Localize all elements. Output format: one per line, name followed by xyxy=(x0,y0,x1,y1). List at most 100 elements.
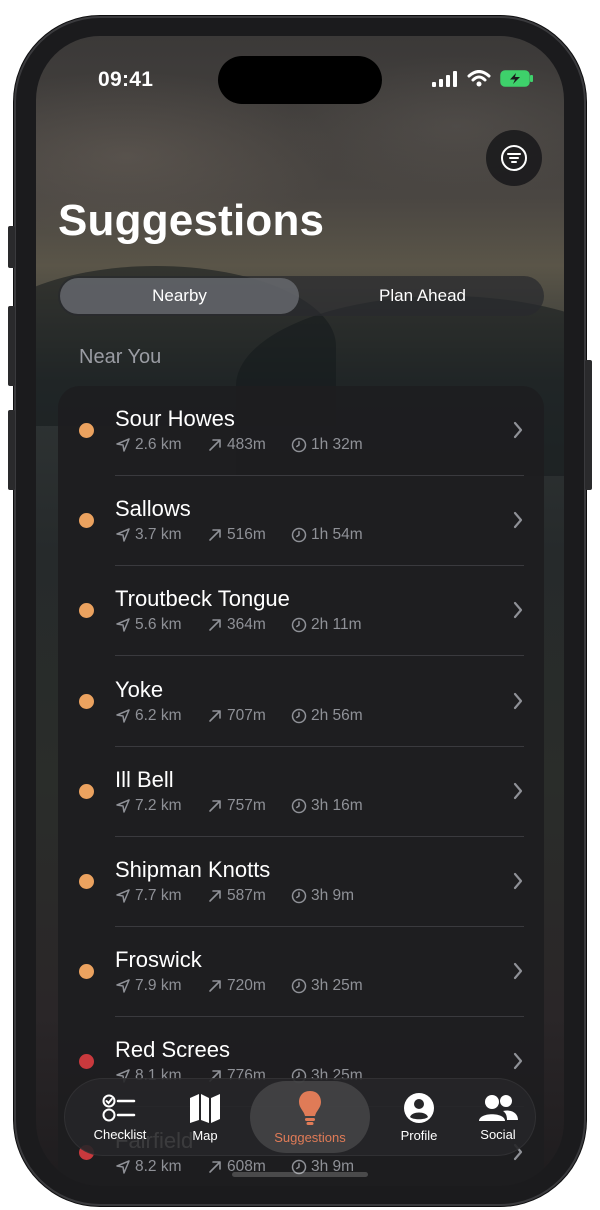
ascent-value: 707m xyxy=(227,706,266,724)
tab-label: Map xyxy=(192,1127,218,1143)
ascent: 364m xyxy=(207,616,291,634)
item-meta: 7.2 km 757m 3h 16m xyxy=(115,797,363,815)
volume-up-button xyxy=(8,306,15,386)
list-item[interactable]: Froswick 7.9 km 720m 3h 25m xyxy=(58,927,544,1018)
distance: 5.6 km xyxy=(115,616,207,634)
list-item[interactable]: Ill Bell 7.2 km 757m 3h 16m xyxy=(58,747,544,837)
chevron-right-icon xyxy=(513,963,523,980)
item-name: Troutbeck Tongue xyxy=(115,586,290,612)
navigation-arrow-icon xyxy=(116,889,130,903)
checklist-icon xyxy=(102,1094,136,1121)
clock-icon xyxy=(291,527,307,543)
tab-label: Profile xyxy=(400,1127,438,1143)
chevron-right-icon xyxy=(513,512,523,529)
item-name: Red Screes xyxy=(115,1037,230,1063)
duration: 2h 56m xyxy=(291,707,363,725)
action-button xyxy=(8,226,15,268)
ascent-arrow-icon xyxy=(209,529,221,541)
tab-social[interactable]: Social xyxy=(464,1078,532,1156)
clock-icon xyxy=(291,437,307,453)
tab-label: Suggestions xyxy=(274,1129,346,1145)
duration-value: 3h 9m xyxy=(311,887,355,904)
clock-icon xyxy=(291,978,307,994)
list-item[interactable]: Sour Howes 2.6 km 483m 1h 32m xyxy=(58,386,544,476)
segmented-control: Nearby Plan Ahead xyxy=(58,276,544,316)
tab-suggestions[interactable]: Suggestions xyxy=(250,1081,370,1153)
chevron-right-icon xyxy=(513,872,523,890)
status-dot xyxy=(79,423,94,438)
duration: 1h 54m xyxy=(291,526,363,544)
status-icons xyxy=(432,70,534,87)
ascent-value: 364m xyxy=(227,616,266,634)
segment-nearby[interactable]: Nearby xyxy=(60,278,299,314)
ascent-value: 720m xyxy=(227,977,266,995)
duration-value: 3h 25m xyxy=(311,977,363,995)
distance: 7.7 km xyxy=(115,887,207,905)
status-dot xyxy=(79,874,94,889)
page-title: Suggestions xyxy=(58,196,325,245)
battery-charging-icon xyxy=(500,70,533,87)
status-dot xyxy=(79,693,94,709)
ascent-arrow-icon xyxy=(209,980,221,992)
ascent: 720m xyxy=(207,977,291,995)
navigation-arrow-icon xyxy=(116,979,130,993)
duration-value: 3h 16m xyxy=(311,796,363,814)
volume-down-button xyxy=(8,410,15,490)
status-dot xyxy=(79,964,94,980)
distance-value: 7.9 km xyxy=(135,977,182,995)
chevron-right-icon xyxy=(513,782,523,799)
distance: 7.2 km xyxy=(115,797,207,815)
app-screen: 09:41 Suggestions Nearby Plan Ahead Near… xyxy=(36,36,564,1186)
status-dot xyxy=(79,603,94,619)
ascent-arrow-icon xyxy=(209,1160,221,1173)
item-name: Ill Bell xyxy=(115,766,174,792)
navigation-arrow-icon xyxy=(116,438,130,452)
list-item[interactable]: Sallows 3.7 km 516m 1h 54m xyxy=(58,476,544,567)
distance: 6.2 km xyxy=(115,707,207,725)
distance-value: 6.2 km xyxy=(135,706,182,724)
list-item[interactable]: Troutbeck Tongue 5.6 km 364m 2h 11m xyxy=(58,566,544,657)
ascent-value: 587m xyxy=(227,887,266,904)
chevron-right-icon xyxy=(513,1053,523,1070)
tab-profile[interactable]: Profile xyxy=(376,1078,462,1156)
segment-plan-ahead[interactable]: Plan Ahead xyxy=(303,278,542,314)
ascent: 483m xyxy=(207,436,291,454)
item-name: Shipman Knotts xyxy=(115,857,271,882)
distance-value: 5.6 km xyxy=(135,616,182,634)
filter-button[interactable] xyxy=(486,130,542,186)
clock-icon xyxy=(291,708,307,723)
duration-value: 2h 56m xyxy=(311,706,363,724)
duration-value: 1h 32m xyxy=(311,436,363,453)
tab-label: Social xyxy=(480,1126,516,1142)
distance-value: 2.6 km xyxy=(135,436,182,453)
clock-icon xyxy=(291,618,307,633)
chevron-right-icon xyxy=(513,421,523,439)
distance: 7.9 km xyxy=(115,977,207,995)
list-item[interactable]: Shipman Knotts 7.7 km 587m 3h 9m xyxy=(58,837,544,927)
clock-icon xyxy=(291,888,307,904)
clock-icon xyxy=(291,798,307,814)
navigation-arrow-icon xyxy=(116,799,130,813)
ascent-arrow-icon xyxy=(209,890,221,902)
lightbulb-icon xyxy=(299,1090,321,1125)
chevron-right-icon xyxy=(513,602,523,619)
distance: 8.2 km xyxy=(115,1158,207,1176)
ascent: 757m xyxy=(207,797,291,815)
distance-value: 7.7 km xyxy=(135,887,182,904)
tab-map[interactable]: Map xyxy=(168,1078,242,1156)
duration-value: 2h 11m xyxy=(311,616,362,634)
tab-bar: Checklist Map Suggestions Profile Social xyxy=(64,1078,536,1156)
item-name: Yoke xyxy=(115,676,164,702)
section-label: Near You xyxy=(79,346,162,368)
list-item[interactable]: Yoke 6.2 km 707m 2h 56m xyxy=(58,657,544,747)
navigation-arrow-icon xyxy=(116,1159,130,1174)
dynamic-island xyxy=(218,56,382,104)
item-meta: 7.7 km 587m 3h 9m xyxy=(115,887,354,905)
home-indicator xyxy=(232,1172,368,1177)
navigation-arrow-icon xyxy=(116,708,130,723)
tab-checklist[interactable]: Checklist xyxy=(74,1078,166,1156)
wifi-icon xyxy=(467,70,491,87)
distance-value: 3.7 km xyxy=(135,526,182,544)
ascent-arrow-icon xyxy=(209,619,221,632)
duration: 2h 11m xyxy=(291,616,362,634)
